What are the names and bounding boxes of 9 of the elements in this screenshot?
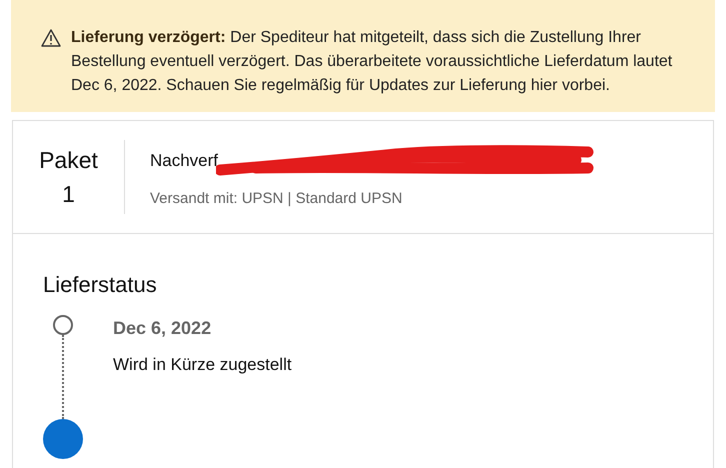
package-number: 1 (62, 180, 75, 209)
tracking-label: Nachverf (150, 150, 218, 172)
package-label: Paket (39, 146, 98, 175)
event-text: Wird in Kürze zugestellt (113, 354, 292, 376)
warning-icon (41, 29, 61, 47)
alert-message: Lieferung verzögert: Der Spediteur hat mitgeteilt, dass sich die Zustellung Ihrer Bestellung eventuell verzögert. Das überarbeitete voraussichtliche Lieferdatum lautet Dec 6, 2022. Schauen Sie regelmäßig für Updates zur Lieferung hier vorbei. (71, 28, 674, 96)
shipping-info: Versandt mit: UPSN | Standard UPSN (150, 188, 404, 209)
section-title: Lieferstatus (43, 271, 158, 299)
event-date: Dec 6, 2022 (113, 317, 212, 340)
